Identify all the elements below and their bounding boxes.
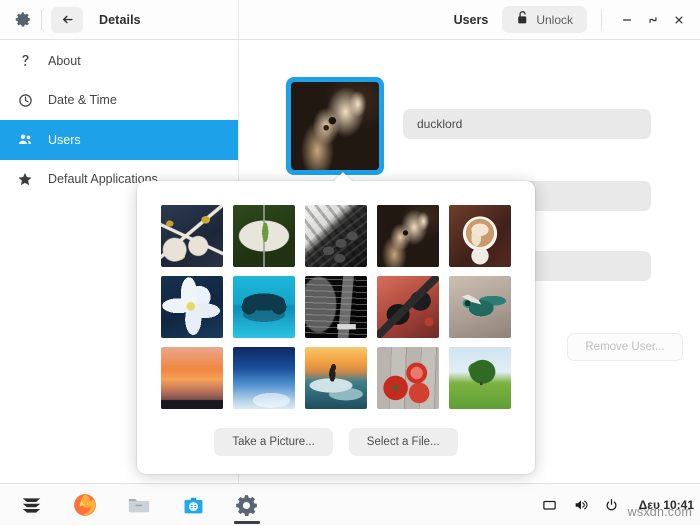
- avatar-option-calculator[interactable]: [305, 205, 367, 267]
- panel-label: Details: [99, 12, 141, 27]
- close-icon[interactable]: [666, 7, 692, 33]
- avatar-option-airplane-wing[interactable]: [233, 347, 295, 409]
- remove-user-button: Remove User...: [567, 333, 683, 361]
- sidebar-item-label: Users: [48, 132, 81, 147]
- volume-icon[interactable]: [571, 495, 591, 515]
- sidebar-item-about[interactable]: About: [0, 41, 238, 81]
- taskbar-item-settings[interactable]: [220, 484, 274, 526]
- avatar-option-book[interactable]: [233, 205, 295, 267]
- power-icon[interactable]: [602, 495, 622, 515]
- avatar-option-surfer[interactable]: [305, 347, 367, 409]
- select-a-file-label: Select a File...: [366, 436, 440, 448]
- window-header: Details Users Unlock: [0, 0, 700, 40]
- unlock-button[interactable]: Unlock: [502, 6, 587, 33]
- avatar-option-bicycle[interactable]: [161, 205, 223, 267]
- avatar-option-tomatoes[interactable]: [377, 347, 439, 409]
- take-a-picture-button[interactable]: Take a Picture...: [214, 428, 333, 456]
- taskbar-apps: [4, 484, 274, 526]
- header-left-section: Details: [0, 0, 239, 39]
- restore-icon[interactable]: [640, 7, 666, 33]
- firefox-icon: [74, 494, 96, 516]
- header-right-section: Users Unlock: [239, 0, 700, 39]
- avatar-button[interactable]: [286, 77, 384, 175]
- take-a-picture-label: Take a Picture...: [232, 436, 315, 448]
- avatar-option-controller[interactable]: [233, 276, 295, 338]
- taskbar-item-files[interactable]: [112, 484, 166, 526]
- popover-actions: Take a Picture... Select a File...: [137, 428, 535, 456]
- folder-icon: [128, 499, 150, 513]
- avatar-option-coffee[interactable]: [449, 205, 511, 267]
- select-a-file-button[interactable]: Select a File...: [348, 428, 458, 456]
- sidebar-item-date-time[interactable]: Date & Time: [0, 81, 238, 121]
- avatar-option-bass-guitar[interactable]: [305, 276, 367, 338]
- people-icon: [12, 131, 38, 148]
- taskbar-item-firefox[interactable]: [58, 484, 112, 526]
- sidebar-item-label: Date & Time: [48, 93, 117, 108]
- page-title: Users: [453, 12, 489, 27]
- avatar-option-tree[interactable]: [449, 347, 511, 409]
- software-store-icon: [184, 497, 202, 513]
- username-value: ducklord: [417, 117, 463, 131]
- avatar-grid: [161, 205, 511, 409]
- remove-user-label: Remove User...: [585, 341, 665, 353]
- popover-arrow: [333, 172, 353, 182]
- star-icon: [12, 171, 38, 187]
- avatar-option-headphones[interactable]: [377, 276, 439, 338]
- clock-icon: [12, 93, 38, 108]
- header-controls-divider: [601, 8, 602, 31]
- back-button[interactable]: [51, 6, 83, 33]
- minimize-icon[interactable]: [614, 7, 640, 33]
- padlock-open-icon: [516, 10, 529, 30]
- taskbar: Δευ 10:41: [0, 483, 700, 525]
- watermark: wsxdn.com: [627, 505, 692, 519]
- display-icon[interactable]: [540, 495, 560, 515]
- unlock-label: Unlock: [536, 12, 573, 27]
- avatar-option-mountain[interactable]: [161, 347, 223, 409]
- taskbar-item-software[interactable]: [166, 484, 220, 526]
- zorin-logo-icon: [22, 497, 40, 513]
- taskbar-item-zorin-menu[interactable]: [4, 484, 58, 526]
- header-divider: [41, 9, 42, 30]
- username-input[interactable]: ducklord: [403, 109, 651, 139]
- avatar-chooser-popover: Take a Picture... Select a File...: [137, 181, 535, 474]
- avatar-option-hummingbird[interactable]: [449, 276, 511, 338]
- sidebar-item-label: About: [48, 53, 81, 68]
- avatar-option-flower[interactable]: [161, 276, 223, 338]
- avatar-option-cat[interactable]: [377, 205, 439, 267]
- settings-window: Details Users Unlock About Date & Time U…: [0, 0, 700, 483]
- active-app-indicator: [234, 521, 260, 524]
- question-mark-icon: [12, 53, 38, 68]
- gear-icon: [235, 494, 257, 516]
- avatar-image: [291, 82, 379, 170]
- gear-icon[interactable]: [10, 7, 36, 33]
- sidebar-item-users[interactable]: Users: [0, 120, 238, 160]
